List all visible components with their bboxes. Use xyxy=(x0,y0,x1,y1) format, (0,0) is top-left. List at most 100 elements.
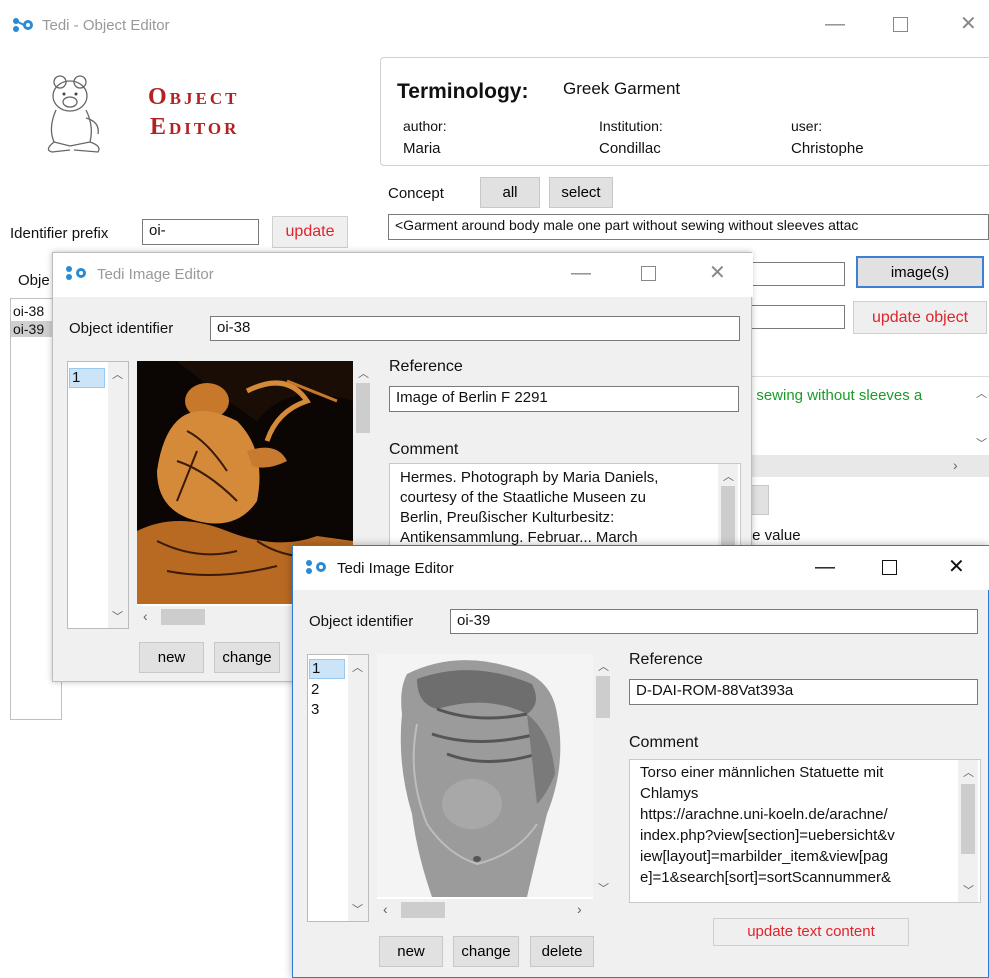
tedi-app-icon xyxy=(13,18,33,32)
user-label: user: xyxy=(791,118,823,134)
comment-scrollbar[interactable]: ︿ ﹀ xyxy=(958,760,978,902)
partial-value-label: te value xyxy=(748,527,801,544)
chevron-up-icon[interactable]: ︿ xyxy=(598,658,609,674)
editor2-title: Tedi Image Editor xyxy=(337,560,454,577)
identifier-prefix-label: Identifier prefix xyxy=(10,225,109,242)
author-label: author: xyxy=(403,118,447,134)
chevron-up-icon[interactable]: ︿ xyxy=(352,659,363,675)
chevron-right-icon[interactable]: › xyxy=(577,901,582,917)
reference-input[interactable]: Image of Berlin F 2291 xyxy=(389,386,739,412)
logo-line-1: Object xyxy=(148,84,240,110)
scroll-thumb[interactable] xyxy=(401,902,445,918)
maximize-icon[interactable] xyxy=(641,266,656,281)
maximize-icon[interactable] xyxy=(893,17,908,32)
object-field-1[interactable] xyxy=(745,262,845,286)
scroll-thumb[interactable] xyxy=(596,676,610,718)
scroll-thumb[interactable] xyxy=(161,609,205,625)
comment-textarea[interactable]: Hermes. Photograph by Maria Daniels, cou… xyxy=(389,463,741,550)
main-title-bar: Tedi - Object Editor — ✕ xyxy=(0,0,989,50)
update-prefix-button[interactable]: update xyxy=(272,216,348,248)
comment-textarea[interactable]: Torso einer männlichen Statuette mit Chl… xyxy=(629,759,981,903)
editor1-title: Tedi Image Editor xyxy=(97,266,214,283)
images-button[interactable]: image(s) xyxy=(856,256,984,288)
comment-line: https://arachne.uni-koeln.de/arachne/ xyxy=(640,806,888,823)
update-text-content-button[interactable]: update text content xyxy=(713,918,909,946)
concept-field[interactable]: <Garment around body male one part witho… xyxy=(388,214,989,240)
close-icon[interactable]: ✕ xyxy=(709,263,726,283)
close-icon[interactable]: ✕ xyxy=(960,14,977,34)
concept-label: Concept xyxy=(388,185,444,202)
horizontal-scrollbar[interactable]: › xyxy=(745,455,989,477)
list-item[interactable]: 1 xyxy=(69,368,105,388)
update-object-button[interactable]: update object xyxy=(853,301,987,334)
close-icon[interactable]: ✕ xyxy=(948,557,965,577)
chevron-down-icon[interactable]: ﹀ xyxy=(112,608,123,624)
comment-line: Berlin, Preußischer Kulturbesitz: xyxy=(400,509,615,526)
tedi-app-icon xyxy=(66,266,86,280)
list-item[interactable]: 3 xyxy=(311,701,319,718)
scroll-thumb[interactable] xyxy=(356,383,370,433)
comment-line: courtesy of the Staatliche Museen zu xyxy=(400,489,646,506)
comment-label: Comment xyxy=(389,441,459,458)
delete-button[interactable]: delete xyxy=(530,936,594,967)
chevron-left-icon[interactable]: ‹ xyxy=(383,901,388,917)
chevron-down-icon[interactable]: ﹀ xyxy=(352,901,363,917)
select-button[interactable]: select xyxy=(549,177,613,208)
image-horizontal-scrollbar[interactable]: ‹ › xyxy=(377,899,593,921)
institution-value: Condillac xyxy=(599,140,661,157)
user-value: Christophe xyxy=(791,140,864,157)
chevron-down-icon[interactable]: ﹀ xyxy=(976,435,987,451)
comment-scrollbar[interactable]: ︿ xyxy=(718,464,738,549)
bear-logo-image xyxy=(47,75,100,153)
image-preview: ︿ ﹀ xyxy=(377,654,613,899)
chevron-up-icon[interactable]: ︿ xyxy=(963,764,974,780)
new-button[interactable]: new xyxy=(139,642,204,673)
scroll-thumb[interactable] xyxy=(961,784,975,854)
comment-line: e]=1&search[sort]=sortScannummer& xyxy=(640,869,891,886)
objects-label: Obje xyxy=(18,272,50,289)
scroll-thumb[interactable] xyxy=(721,486,735,546)
main-window-title: Tedi - Object Editor xyxy=(42,17,170,34)
chevron-up-icon[interactable]: ︿ xyxy=(112,366,123,382)
identifier-prefix-input[interactable]: oi- xyxy=(142,219,259,245)
terminology-box: Terminology: Greek Garment author: Maria… xyxy=(380,57,989,166)
chevron-down-icon[interactable]: ﹀ xyxy=(963,882,974,898)
image-editor-window-2: Tedi Image Editor — ✕ Object identifier … xyxy=(292,545,989,978)
image-list: 1 ︿ ﹀ xyxy=(67,361,129,629)
chevron-left-icon[interactable]: ‹ xyxy=(143,608,148,624)
chevron-up-icon[interactable]: ︿ xyxy=(976,385,987,401)
minimize-icon[interactable]: — xyxy=(571,263,591,283)
image-list: 1 2 3 ︿ ﹀ xyxy=(307,654,369,922)
minimize-icon[interactable]: — xyxy=(825,14,845,34)
torso-statue-image xyxy=(377,654,593,897)
list-item[interactable]: 2 xyxy=(311,681,319,698)
object-identifier-input[interactable]: oi-39 xyxy=(450,609,978,634)
list-scrollbar[interactable]: ︿ ﹀ xyxy=(348,655,368,921)
object-field-2[interactable] xyxy=(745,305,845,329)
reference-input[interactable]: D-DAI-ROM-88Vat393a xyxy=(629,679,978,705)
maximize-icon[interactable] xyxy=(882,560,897,575)
reference-label: Reference xyxy=(629,651,703,668)
list-item[interactable]: oi-38 xyxy=(13,303,44,319)
all-button[interactable]: all xyxy=(480,177,540,208)
change-button[interactable]: change xyxy=(214,642,280,673)
object-identifier-label: Object identifier xyxy=(69,320,174,337)
chevron-up-icon[interactable]: ︿ xyxy=(723,468,734,484)
object-identifier-input[interactable]: oi-38 xyxy=(210,316,740,341)
institution-label: Institution: xyxy=(599,118,663,134)
chevron-down-icon[interactable]: ﹀ xyxy=(598,880,609,896)
new-button[interactable]: new xyxy=(379,936,443,967)
comment-line: Antikensammlung. Februar... March xyxy=(400,529,638,546)
chevron-up-icon[interactable]: ︿ xyxy=(358,365,369,381)
change-button[interactable]: change xyxy=(453,936,519,967)
comment-line: Torso einer männlichen Statuette mit xyxy=(640,764,884,781)
minimize-icon[interactable]: — xyxy=(815,557,835,577)
editor1-title-bar: Tedi Image Editor — ✕ xyxy=(53,253,753,297)
comment-line: index.php?view[section]=uebersicht&v xyxy=(640,827,895,844)
list-item[interactable]: 1 xyxy=(309,659,345,679)
comment-line: iew[layout]=marbilder_item&view[pag xyxy=(640,848,889,865)
terminology-value: Greek Garment xyxy=(563,79,681,98)
list-scrollbar[interactable]: ︿ ﹀ xyxy=(108,362,128,628)
image-vertical-scrollbar[interactable]: ︿ ﹀ xyxy=(593,654,613,899)
chevron-right-icon[interactable]: › xyxy=(953,457,958,473)
